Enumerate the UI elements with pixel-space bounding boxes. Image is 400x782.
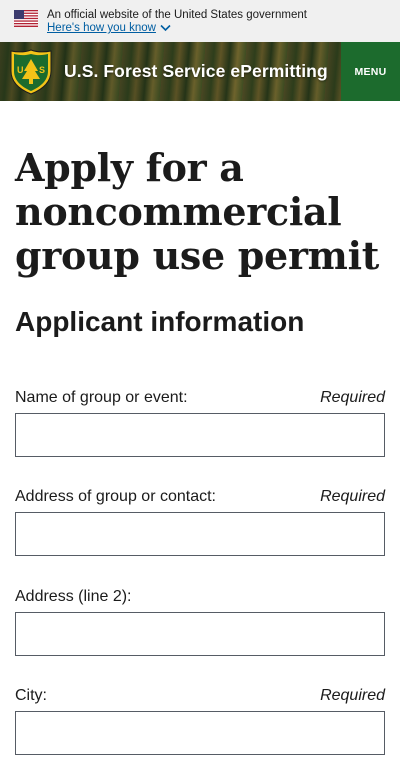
- field-group-name: Name of group or event: Required: [15, 389, 385, 457]
- us-flag-icon: [14, 10, 38, 27]
- city-input[interactable]: [15, 711, 385, 755]
- chevron-down-icon: [160, 24, 171, 32]
- field-address-line-2: Address (line 2):: [15, 588, 385, 656]
- svg-text:U: U: [17, 65, 24, 75]
- required-indicator: Required: [320, 687, 385, 704]
- address-input[interactable]: [15, 512, 385, 556]
- address-line-2-input[interactable]: [15, 612, 385, 656]
- field-label: Address of group or contact:: [15, 488, 216, 505]
- page-title: Apply for a noncommercial group use perm…: [15, 145, 379, 278]
- svg-text:S: S: [39, 65, 45, 75]
- required-indicator: Required: [320, 488, 385, 505]
- site-title[interactable]: U.S. Forest Service ePermitting: [64, 61, 328, 82]
- menu-button[interactable]: MENU: [341, 42, 400, 101]
- gov-banner: An official website of the United States…: [0, 0, 400, 42]
- field-label: Name of group or event:: [15, 389, 188, 406]
- field-address: Address of group or contact: Required: [15, 488, 385, 556]
- field-city: City: Required: [15, 687, 385, 755]
- field-label: Address (line 2):: [15, 588, 132, 605]
- site-header: U S U.S. Forest Service ePermitting MENU: [0, 42, 400, 101]
- gov-banner-text: An official website of the United States…: [47, 9, 307, 21]
- field-label: City:: [15, 687, 47, 704]
- forest-service-shield-icon[interactable]: U S: [9, 49, 53, 95]
- group-name-input[interactable]: [15, 413, 385, 457]
- heres-how-you-know-label: Here's how you know: [47, 22, 156, 34]
- section-title: Applicant information: [15, 306, 305, 337]
- required-indicator: Required: [320, 389, 385, 406]
- main-content: Apply for a noncommercial group use perm…: [0, 146, 400, 338]
- heres-how-you-know-link[interactable]: Here's how you know: [47, 21, 171, 35]
